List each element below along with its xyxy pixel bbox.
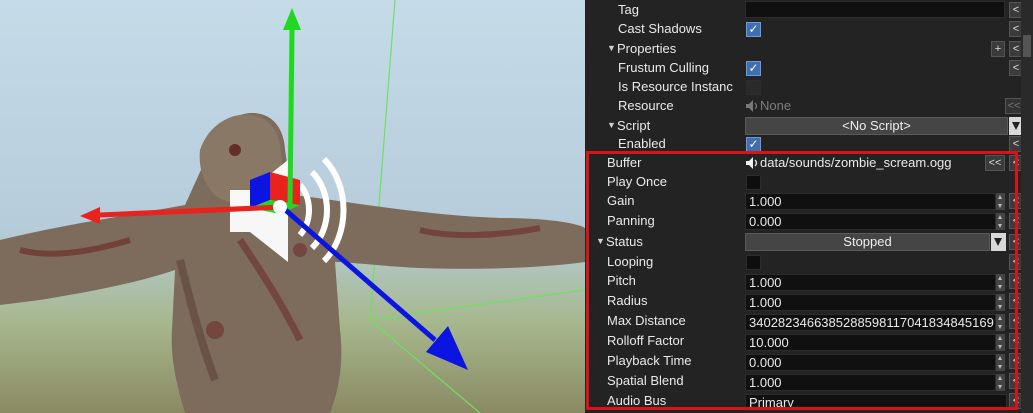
row-radius: Radius 1.000 < [585,291,1033,311]
scrollbar-thumb[interactable] [1023,35,1031,57]
field-label: Enabled [618,136,666,151]
max-distance-input[interactable]: 3402823466385288598117041834845169 [745,314,996,331]
row-looping: Looping < [585,252,1033,272]
row-max-distance: Max Distance 340282346638528859811704183… [585,311,1033,331]
add-button[interactable]: + [991,41,1005,57]
expand-arrow-icon[interactable]: ▼ [596,236,605,246]
field-label: Panning [607,213,655,228]
pitch-input[interactable]: 1.000 [745,274,996,291]
radius-input[interactable]: 1.000 [745,294,996,311]
row-tag: Tag < [585,0,1033,20]
row-status[interactable]: ▼ Status Stopped < [585,232,1033,252]
rolloff-factor-spinner[interactable] [996,334,1005,351]
row-cast-shadows: Cast Shadows ✓ < [585,19,1033,39]
field-label: Frustum Culling [618,60,710,75]
status-dropdown[interactable]: Stopped [745,233,990,251]
spatial-blend-spinner[interactable] [996,374,1005,391]
field-label: Max Distance [607,313,686,328]
row-gain: Gain 1.000 < [585,191,1033,211]
rolloff-factor-input[interactable]: 10.000 [745,334,996,351]
row-resource: Resource None << [585,96,1033,116]
row-panning: Panning 0.000 < [585,211,1033,231]
section-label: Properties [617,41,677,56]
grid-line [369,0,396,321]
max-distance-spinner[interactable] [996,314,1005,331]
resource-value: None [760,98,792,113]
speaker-icon [746,157,758,169]
inspector-panel: Tag < Cast Shadows ✓ < ▼ Properties + < … [585,0,1033,413]
gain-spinner[interactable] [996,193,1005,210]
row-audio-bus: Audio Bus Primary < [585,391,1033,411]
row-properties[interactable]: ▼ Properties + < [585,39,1033,59]
section-label: Status [606,234,643,249]
field-label: Cast Shadows [618,21,702,36]
speaker-icon [746,100,758,112]
playback-time-input[interactable]: 0.000 [745,354,996,371]
play-once-checkbox[interactable] [746,175,761,190]
row-spatial-blend: Spatial Blend 1.000 < [585,371,1033,391]
field-label: Radius [607,293,648,308]
frustum-culling-checkbox[interactable]: ✓ [746,61,761,76]
field-label: Playback Time [607,353,692,368]
field-label: Spatial Blend [607,373,684,388]
field-label: Rolloff Factor [607,333,685,348]
row-play-once: Play Once [585,172,1033,192]
row-enabled: Enabled ✓ < [585,134,1033,154]
field-label: Pitch [607,273,636,288]
field-label: Is Resource Instanc [618,79,733,94]
radius-spinner[interactable] [996,294,1005,311]
expand-arrow-icon[interactable]: ▼ [607,120,616,130]
pitch-spinner[interactable] [996,274,1005,291]
section-label: Script [617,118,651,133]
buffer-value[interactable]: data/sounds/zombie_scream.ogg [760,155,952,170]
row-is-resource-instance: Is Resource Instanc [585,77,1033,97]
gain-input[interactable]: 1.000 [745,193,996,210]
tag-input[interactable] [745,1,1005,18]
scene-render [0,0,585,413]
field-label: Buffer [607,155,642,170]
looping-checkbox[interactable] [746,255,761,270]
row-frustum-culling: Frustum Culling ✓ < [585,58,1033,78]
spatial-blend-input[interactable]: 1.000 [745,374,996,391]
row-pitch: Pitch 1.000 < [585,271,1033,291]
row-script[interactable]: ▼ Script <No Script> [585,116,1033,136]
inspector-scrollbar[interactable] [1021,0,1033,413]
script-dropdown[interactable]: <No Script> [745,117,1008,135]
audio-bus-input[interactable]: Primary [745,394,1007,411]
expand-arrow-icon[interactable]: ▼ [607,43,616,53]
row-rolloff-factor: Rolloff Factor 10.000 < [585,331,1033,351]
field-label: Looping [607,254,654,269]
is-resource-instance-checkbox [746,80,761,95]
scene-viewport[interactable] [0,0,585,413]
panning-spinner[interactable] [996,213,1005,230]
buffer-select-button[interactable]: << [985,155,1005,171]
field-label: Gain [607,193,635,208]
field-label: Tag [618,2,639,17]
enabled-checkbox[interactable]: ✓ [746,137,761,152]
grid-line [369,289,585,321]
field-label: Audio Bus [607,393,667,408]
row-playback-time: Playback Time 0.000 < [585,351,1033,371]
dropdown-arrow-icon[interactable] [991,233,1006,251]
panning-input[interactable]: 0.000 [745,213,996,230]
field-label: Resource [618,98,674,113]
playback-time-spinner[interactable] [996,354,1005,371]
row-buffer: Buffer data/sounds/zombie_scream.ogg << … [585,153,1033,173]
cast-shadows-checkbox[interactable]: ✓ [746,22,761,37]
field-label: Play Once [607,174,667,189]
gizmo-pivot [273,200,287,214]
